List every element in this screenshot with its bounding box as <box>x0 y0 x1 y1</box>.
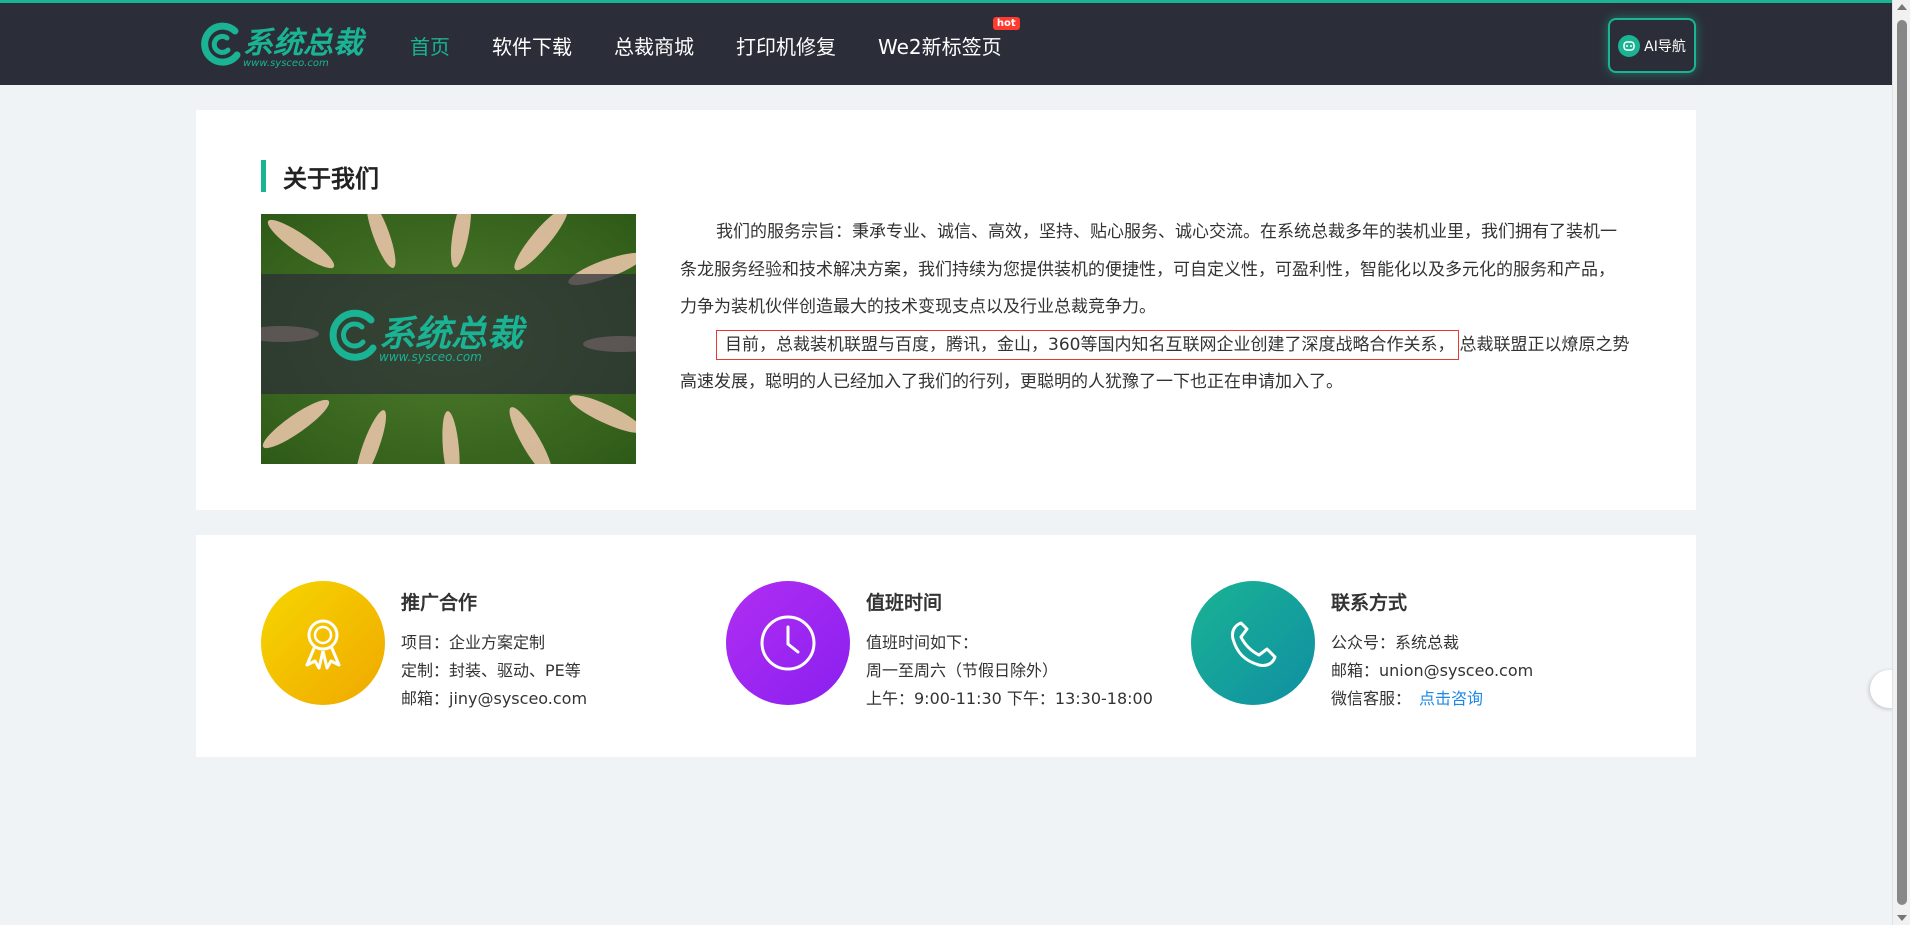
about-paragraph-1: 我们的服务宗旨：秉承专业、诚信、高效，坚持、贴心服务、诚心交流。在系统总裁多年的… <box>680 222 1617 317</box>
ai-navigation-button[interactable]: AI导航 <box>1608 18 1696 73</box>
about-paragraph-2: 目前，总裁装机联盟与百度，腾讯，金山，360等国内知名互联网企业创建了深度战略合… <box>680 327 1630 402</box>
duty-hours-days: 周一至周六（节假日除外） <box>866 661 1059 680</box>
award-icon <box>261 581 385 705</box>
svg-text:www.sysceo.com: www.sysceo.com <box>243 58 329 69</box>
contact-email: 邮箱：union@sysceo.com <box>1331 661 1534 680</box>
nav-we2-label: We2新标签页 <box>878 35 1002 59</box>
svg-text:系统总裁: 系统总裁 <box>379 314 527 355</box>
about-description: 我们的服务宗旨：秉承专业、诚信、高效，坚持、贴心服务、诚心交流。在系统总裁多年的… <box>680 214 1630 402</box>
contact-section: 推广合作 项目：企业方案定制 定制：封装、驱动、PE等 邮箱：jiny@sysc… <box>196 535 1696 757</box>
contact-wechat-account: 公众号：系统总裁 <box>1331 633 1460 652</box>
about-title: 关于我们 <box>261 160 379 193</box>
contact-info-block: 联系方式 公众号：系统总裁 邮箱：union@sysceo.com 微信客服： 点… <box>1191 581 1533 713</box>
top-navbar: 系统总裁 www.sysceo.com 首页 软件下载 总裁商城 打印机修复 W… <box>0 0 1892 85</box>
nav-software-download[interactable]: 软件下载 <box>492 31 572 60</box>
cooperation-project: 项目：企业方案定制 <box>401 633 546 652</box>
site-logo[interactable]: 系统总裁 www.sysceo.com <box>197 21 367 69</box>
team-hands-photo: 系统总裁 www.sysceo.com <box>261 214 636 464</box>
scroll-down-arrow-icon[interactable] <box>1897 915 1907 921</box>
partnership-highlight: 目前，总裁装机联盟与百度，腾讯，金山，360等国内知名互联网企业创建了深度战略合… <box>716 329 1460 360</box>
vertical-scrollbar[interactable] <box>1892 0 1910 925</box>
contact-wechat-service: 微信客服： 点击咨询 <box>1331 685 1533 713</box>
main-nav: 首页 软件下载 总裁商城 打印机修复 We2新标签页 hot <box>410 3 1020 88</box>
duty-hours-block: 值班时间 值班时间如下： 周一至周六（节假日除外） 上午：9:00-11:30 … <box>726 581 1153 713</box>
about-team-image: 系统总裁 www.sysceo.com <box>261 214 636 464</box>
duty-hours-title: 值班时间 <box>866 592 943 614</box>
phone-icon <box>1191 581 1315 705</box>
nav-store[interactable]: 总裁商城 <box>614 31 694 60</box>
cooperation-email: 邮箱：jiny@sysceo.com <box>401 689 588 708</box>
robot-icon <box>1618 34 1641 57</box>
clock-icon <box>726 581 850 705</box>
contact-title: 联系方式 <box>1331 592 1408 614</box>
hot-badge: hot <box>992 17 1020 30</box>
svg-text:系统总裁: 系统总裁 <box>243 26 367 61</box>
about-section: 关于我们 系统总裁 www.sysceo.com 我们的服务宗旨：秉承专业、诚信… <box>196 110 1696 510</box>
cooperation-title: 推广合作 <box>401 592 478 614</box>
logo-swirl-icon: 系统总裁 www.sysceo.com <box>201 22 367 69</box>
contact-info: 联系方式 公众号：系统总裁 邮箱：union@sysceo.com 微信客服： 点… <box>1331 581 1533 713</box>
svg-text:www.sysceo.com: www.sysceo.com <box>379 350 482 364</box>
nav-printer-repair[interactable]: 打印机修复 <box>736 31 836 60</box>
duty-hours-times: 上午：9:00-11:30 下午：13:30-18:00 <box>866 689 1153 708</box>
ai-button-label: AI导航 <box>1644 38 1686 55</box>
wechat-service-label: 微信客服： <box>1331 689 1412 708</box>
about-title-text: 关于我们 <box>283 164 379 193</box>
scroll-up-arrow-icon[interactable] <box>1897 4 1907 10</box>
scrollbar-thumb[interactable] <box>1897 20 1907 905</box>
cooperation-block: 推广合作 项目：企业方案定制 定制：封装、驱动、PE等 邮箱：jiny@sysc… <box>261 581 587 713</box>
cooperation-custom: 定制：封装、驱动、PE等 <box>401 661 581 680</box>
duty-hours-intro: 值班时间如下： <box>866 633 979 652</box>
nav-home[interactable]: 首页 <box>410 31 450 60</box>
duty-hours-info: 值班时间 值班时间如下： 周一至周六（节假日除外） 上午：9:00-11:30 … <box>866 581 1153 713</box>
cooperation-info: 推广合作 项目：企业方案定制 定制：封装、驱动、PE等 邮箱：jiny@sysc… <box>401 581 587 713</box>
nav-we2-newtab[interactable]: We2新标签页 hot <box>878 17 1020 60</box>
title-accent-bar <box>261 160 266 192</box>
side-floating-widget[interactable] <box>1870 670 1894 708</box>
consult-link[interactable]: 点击咨询 <box>1419 689 1483 708</box>
